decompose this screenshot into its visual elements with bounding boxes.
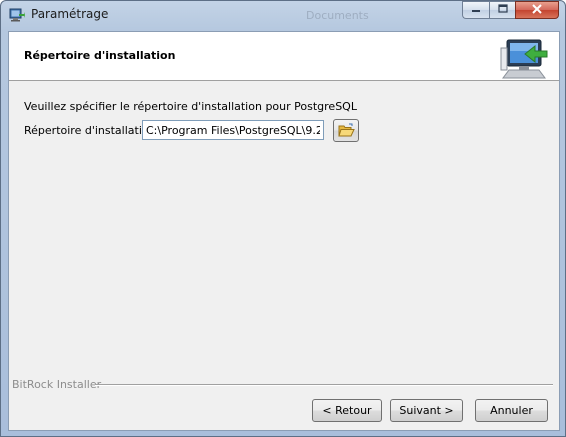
window-title: Paramétrage <box>31 7 109 21</box>
install-dir-input[interactable] <box>142 120 324 140</box>
caption-buttons <box>462 1 559 21</box>
dialog-client-area: Répertoire d'installation Veuillez spéci… <box>8 31 560 431</box>
footer-separator <box>95 384 553 386</box>
app-icon <box>9 7 25 23</box>
page-title: Répertoire d'installation <box>24 49 176 62</box>
maximize-icon <box>497 3 508 17</box>
back-button[interactable]: < Retour <box>312 399 382 422</box>
background-window-title: Documents <box>306 9 369 22</box>
close-icon <box>532 3 542 17</box>
intro-text: Veuillez spécifier le répertoire d'insta… <box>24 100 357 113</box>
minimize-button[interactable] <box>462 1 489 19</box>
installer-window: Paramétrage Documents Répertoire d'insta… <box>0 0 566 437</box>
minimize-icon <box>471 4 481 17</box>
maximize-button[interactable] <box>489 1 515 19</box>
install-computer-icon <box>499 34 549 80</box>
header-panel: Répertoire d'installation <box>9 32 559 81</box>
next-button[interactable]: Suivant > <box>390 399 463 422</box>
title-bar[interactable]: Paramétrage Documents <box>1 1 565 31</box>
bitrock-brand: BitRock Installer <box>12 378 102 391</box>
install-dir-label: Répertoire d'installation <box>24 124 156 137</box>
cancel-button[interactable]: Annuler <box>475 399 548 422</box>
close-button[interactable] <box>515 1 559 19</box>
browse-button[interactable] <box>333 119 359 142</box>
